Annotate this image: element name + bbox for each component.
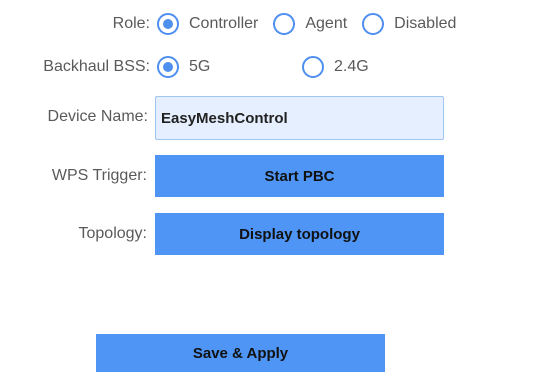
save-apply-button[interactable]: Save & Apply	[96, 334, 385, 372]
role-disabled-label: Disabled	[394, 15, 457, 32]
role-agent-radio[interactable]	[273, 13, 296, 35]
backhaul-row: Backhaul BSS: 5G 2.4G	[0, 53, 536, 83]
backhaul-2-4g-label: 2.4G	[334, 58, 369, 75]
role-option-controller[interactable]: Controller	[157, 13, 258, 35]
backhaul-label: Backhaul BSS:	[43, 58, 150, 75]
topology-label: Topology:	[78, 225, 148, 242]
wps-label: WPS Trigger:	[51, 167, 147, 184]
wps-row: WPS Trigger: Start PBC	[0, 155, 536, 197]
topology-row: Topology: Display topology	[0, 213, 536, 255]
backhaul-5g-label: 5G	[189, 58, 211, 75]
role-controller-label: Controller	[189, 15, 259, 32]
backhaul-option-5g[interactable]: 5G	[157, 56, 210, 78]
start-pbc-button[interactable]: Start PBC	[155, 155, 444, 197]
display-topology-button[interactable]: Display topology	[155, 213, 444, 255]
device-name-label: Device Name:	[47, 108, 148, 125]
device-name-row: Device Name:	[0, 96, 536, 140]
role-option-disabled[interactable]: Disabled	[362, 13, 456, 35]
backhaul-radio-group: 5G 2.4G	[157, 56, 369, 78]
device-name-input[interactable]	[155, 96, 444, 140]
backhaul-option-2-4g[interactable]: 2.4G	[302, 56, 369, 78]
backhaul-5g-radio[interactable]	[157, 56, 179, 78]
role-row: Role: Controller Agent Disabled	[0, 10, 536, 40]
role-disabled-radio[interactable]	[362, 13, 385, 35]
role-agent-label: Agent	[305, 15, 348, 32]
role-controller-radio[interactable]	[157, 13, 179, 35]
role-radio-group: Controller Agent Disabled	[157, 13, 456, 35]
role-option-agent[interactable]: Agent	[273, 13, 347, 35]
backhaul-2-4g-radio[interactable]	[302, 56, 324, 78]
role-label: Role:	[112, 15, 150, 32]
